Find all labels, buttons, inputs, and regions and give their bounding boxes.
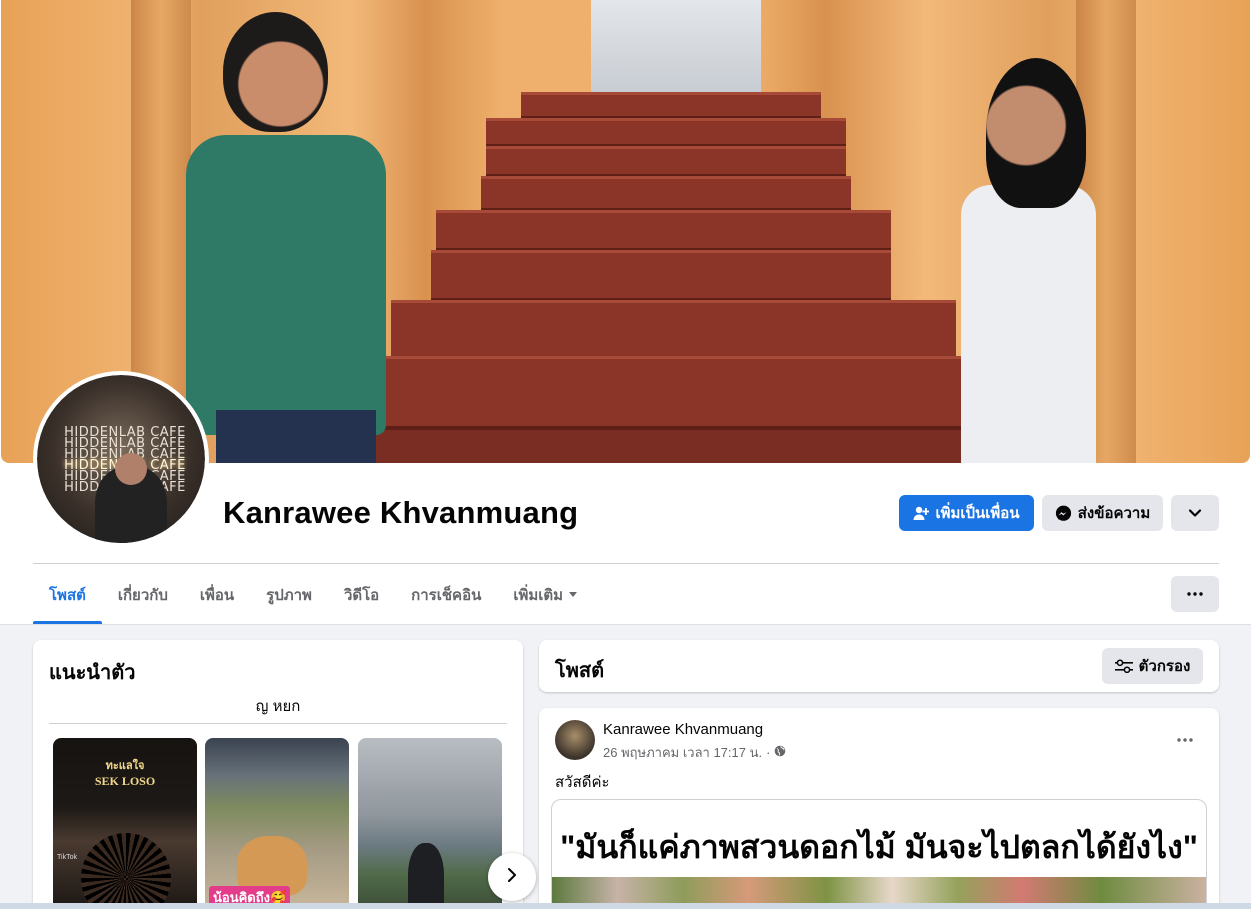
tab-checkins[interactable]: การเช็คอิน <box>395 565 497 624</box>
intro-title: แนะนำตัว <box>49 662 136 684</box>
tabs-more-options-button[interactable] <box>1171 576 1219 612</box>
chevron-down-icon <box>1188 508 1202 518</box>
intro-bio: ญ หยก <box>255 698 301 715</box>
post-image-quote: "มันก็แค่ภาพสวนดอกไม้ มันจะไปตลกได้ยังไง… <box>560 829 1198 865</box>
avatar-face <box>115 453 147 485</box>
intro-divider <box>49 723 507 724</box>
caret-down-icon <box>569 592 578 597</box>
add-friend-label: เพิ่มเป็นเพื่อน <box>935 505 1020 522</box>
profile-more-button[interactable] <box>1171 495 1219 531</box>
stair-step <box>436 210 891 254</box>
tab-about[interactable]: เกี่ยวกับ <box>102 565 184 624</box>
cover-wall <box>591 0 761 95</box>
tab-label: การเช็คอิน <box>411 586 482 604</box>
stair-step <box>486 146 846 180</box>
stair-step <box>391 300 956 362</box>
story-title: ทะแลใจ <box>105 759 145 772</box>
cover-person-right <box>961 185 1096 463</box>
tab-label: โพสต์ <box>49 586 86 604</box>
tab-label: เพื่อน <box>199 586 235 604</box>
profile-avatar[interactable]: HIDDENLAB CAFE HIDDENLAB CAFE HIDDENLAB … <box>33 371 209 547</box>
story-person-graphic <box>408 843 444 909</box>
stair-step <box>381 356 961 432</box>
message-label: ส่งข้อความ <box>1077 505 1151 522</box>
featured-story[interactable]: ทะแลใจ SEK LOSO TikTok <box>53 738 197 909</box>
add-friend-button[interactable]: เพิ่มเป็นเพื่อน <box>899 495 1034 531</box>
cover-person-left-legs <box>216 410 376 463</box>
header-divider <box>33 563 1219 564</box>
tab-label: เพิ่มเติม <box>513 586 564 604</box>
profile-name: Kanrawee Khvanmuang <box>223 495 579 530</box>
tab-posts[interactable]: โพสต์ <box>33 565 102 624</box>
tab-more[interactable]: เพิ่มเติม <box>497 565 593 624</box>
message-button[interactable]: ส่งข้อความ <box>1042 495 1163 531</box>
story-subtitle: SEK LOSO <box>94 774 156 788</box>
post-date[interactable]: 26 พฤษภาคม เวลา 17:17 น. <box>603 742 762 763</box>
tab-label: เกี่ยวกับ <box>117 586 168 604</box>
stories-next-button[interactable] <box>488 853 536 901</box>
filter-button[interactable]: ตัวกรอง <box>1102 648 1203 684</box>
meta-separator: · <box>766 745 771 760</box>
globe-icon <box>774 745 786 760</box>
story-fan-graphic <box>81 833 171 909</box>
post-options-button[interactable] <box>1167 720 1203 756</box>
posts-header-card: โพสต์ ตัวกรอง <box>539 640 1219 692</box>
post-author-name[interactable]: Kanrawee Khvanmuang <box>603 721 763 738</box>
post-image[interactable]: "มันก็แค่ภาพสวนดอกไม้ มันจะไปตลกได้ยังไง… <box>551 799 1207 909</box>
post-meta: 26 พฤษภาคม เวลา 17:17 น. · <box>603 742 786 763</box>
tab-label: รูปภาพ <box>266 586 312 604</box>
messenger-icon <box>1055 505 1072 522</box>
post-author-avatar[interactable] <box>555 720 595 760</box>
post-text: สวัสดีค่ะ <box>555 774 610 791</box>
posts-title: โพสต์ <box>555 660 605 682</box>
tab-photos[interactable]: รูปภาพ <box>250 565 328 624</box>
more-horizontal-icon <box>1187 592 1203 596</box>
cover-person-right-head <box>986 58 1086 208</box>
cover-person-left <box>186 135 386 435</box>
more-horizontal-icon <box>1177 729 1193 747</box>
chevron-right-icon <box>507 867 517 888</box>
featured-story[interactable] <box>358 738 502 909</box>
cover-floor <box>361 430 981 463</box>
post-card: Kanrawee Khvanmuang 26 พฤษภาคม เวลา 17:1… <box>539 708 1219 909</box>
tab-videos[interactable]: วิดีโอ <box>328 565 395 624</box>
intro-card: แนะนำตัว ญ หยก ทะแลใจ SEK LOSO TikTok น้… <box>33 640 536 909</box>
filter-label: ตัวกรอง <box>1138 658 1191 675</box>
stair-step <box>431 250 891 304</box>
featured-story[interactable]: น้อนคิดถึง🥰 <box>205 738 349 909</box>
cover-photo[interactable] <box>1 0 1250 463</box>
filter-icon <box>1114 659 1133 673</box>
tab-label: วิดีโอ <box>343 586 380 604</box>
tiktok-watermark: TikTok <box>57 854 77 861</box>
tab-friends[interactable]: เพื่อน <box>184 565 250 624</box>
add-friend-icon <box>913 505 930 521</box>
profile-tabs: โพสต์ เกี่ยวกับ เพื่อน รูปภาพ วิดีโอ การ… <box>33 565 593 624</box>
stair-step <box>481 176 851 214</box>
bottom-edge <box>0 903 1251 909</box>
cover-person-left-head <box>223 12 328 132</box>
